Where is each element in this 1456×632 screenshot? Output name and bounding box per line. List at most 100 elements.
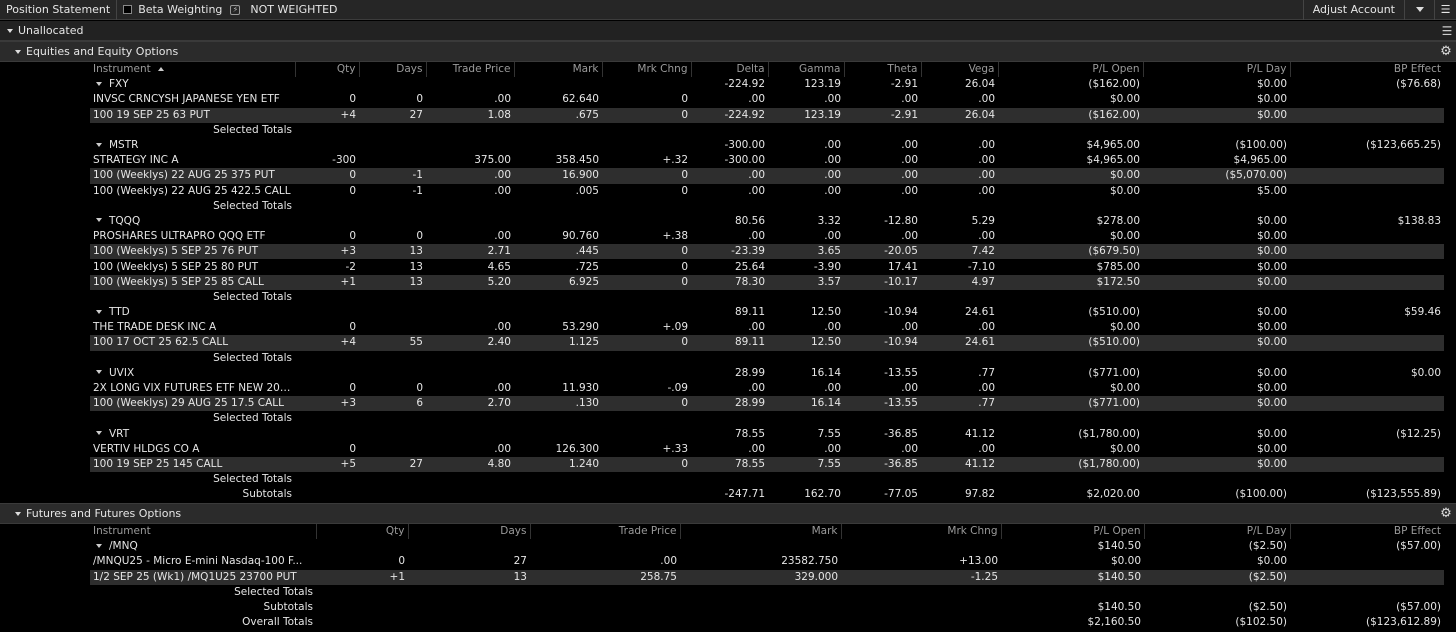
- column-header-label: Gamma: [799, 63, 841, 76]
- chevron-down-icon[interactable]: [1404, 0, 1434, 20]
- cell-value: 6: [416, 397, 423, 410]
- table-cell: [602, 214, 691, 229]
- symbol-group-row[interactable]: /MNQ $140.50 ($2.50) ($57.00): [90, 539, 1444, 554]
- lightning-icon[interactable]: ⚡: [230, 4, 241, 15]
- cell-value: 123.19: [804, 108, 841, 121]
- beta-weighting-value[interactable]: NOT WEIGHTED: [250, 3, 337, 16]
- expand-caret-icon[interactable]: [96, 142, 102, 147]
- equities-section-header[interactable]: Equities and Equity Options ⚙: [0, 41, 1456, 62]
- position-row[interactable]: 2X LONG VIX FUTURES ETF NEW 2025 0 0 .00 11.…: [90, 381, 1444, 396]
- column-header[interactable]: BP Effect: [1289, 524, 1444, 540]
- position-row[interactable]: 1/2 SEP 25 (Wk1) /MQ1U25 23700 PUT +1 13 25…: [90, 569, 1444, 585]
- position-row[interactable]: 100 (Weeklys) 22 AUG 25 422.5 CALL 0 -1 .00…: [90, 184, 1444, 199]
- table-cell: -300: [295, 153, 359, 168]
- position-row[interactable]: VERTIV HLDGS CO A 0 .00 126.300 +.33 .00 .00 .0…: [90, 442, 1444, 457]
- table-cell: .00: [768, 168, 844, 184]
- table-cell: 4.97: [921, 274, 998, 290]
- column-header[interactable]: Qty: [315, 524, 408, 540]
- table-cell: ($57.00): [1290, 539, 1444, 554]
- table-cell: [768, 411, 844, 426]
- sort-ascending-icon[interactable]: [157, 67, 164, 72]
- gear-icon[interactable]: ⚙: [1436, 44, 1456, 59]
- cell-value: 100 19 SEP 25 63 PUT: [93, 108, 210, 121]
- expand-caret-icon[interactable]: [96, 431, 102, 436]
- top-toolbar: Position Statement Beta Weighting ⚡ NOT …: [0, 0, 1456, 20]
- expand-caret-icon[interactable]: [96, 218, 102, 223]
- table-cell: 0: [602, 168, 691, 184]
- table-cell: [691, 351, 768, 366]
- gear-icon[interactable]: ⚙: [1436, 506, 1456, 521]
- position-row[interactable]: 100 (Weeklys) 5 SEP 25 76 PUT +3 13 2.71 .44…: [90, 244, 1444, 260]
- cell-value: .00: [901, 139, 918, 152]
- table-cell: VRT: [90, 427, 295, 442]
- totals-row: Selected Totals: [90, 351, 1444, 366]
- futures-section-header[interactable]: Futures and Futures Options ⚙: [0, 503, 1456, 524]
- column-header[interactable]: Qty: [294, 62, 359, 78]
- position-row[interactable]: STRATEGY INC A -300 375.00 358.450 +.32 -300.…: [90, 153, 1444, 168]
- position-row[interactable]: 100 19 SEP 25 145 CALL +5 27 4.80 1.240 0 78.5…: [90, 456, 1444, 473]
- position-row[interactable]: THE TRADE DESK INC A 0 .00 53.290 +.09 .00 .00…: [90, 320, 1444, 335]
- expand-caret-icon[interactable]: [96, 81, 102, 86]
- collapse-caret-icon[interactable]: [15, 49, 21, 54]
- table-cell: THE TRADE DESK INC A: [90, 320, 295, 335]
- position-row[interactable]: /MNQU25 - Micro E-mini Nasdaq-100 F... 0 2…: [90, 554, 1444, 569]
- column-header[interactable]: Vega: [920, 62, 998, 78]
- table-cell: $0.00: [1143, 305, 1290, 320]
- table-cell: [530, 600, 680, 615]
- column-header-label: Mark: [811, 525, 838, 538]
- column-header[interactable]: P/L Open: [1000, 524, 1144, 540]
- table-cell: 7.55: [768, 427, 844, 442]
- unallocated-header[interactable]: Unallocated ☰: [0, 21, 1456, 41]
- adjust-account-button[interactable]: Adjust Account: [1302, 0, 1404, 20]
- column-header[interactable]: Mrk Chng: [840, 524, 1001, 540]
- column-header[interactable]: Gamma: [767, 62, 844, 78]
- collapse-caret-icon[interactable]: [7, 28, 13, 33]
- column-header[interactable]: P/L Open: [997, 62, 1143, 78]
- column-header[interactable]: Days: [407, 524, 530, 540]
- symbol-group-row[interactable]: FXY -224.92 123.19 -2.91 26.04 ($162.00) $0.00…: [90, 77, 1444, 92]
- position-row[interactable]: 100 (Weeklys) 5 SEP 25 85 CALL +1 13 5.20 6.…: [90, 274, 1444, 290]
- symbol-group-row[interactable]: TQQQ 80.56 3.32 -12.80 5.29 $278.00 $0.00 $138.…: [90, 214, 1444, 229]
- menu-icon[interactable]: ☰: [1434, 0, 1456, 20]
- position-row[interactable]: 100 (Weeklys) 22 AUG 25 375 PUT 0 -1 .00 16.…: [90, 168, 1444, 184]
- position-row[interactable]: 100 (Weeklys) 29 AUG 25 17.5 CALL +3 6 2.70…: [90, 396, 1444, 412]
- column-header[interactable]: BP Effect: [1289, 62, 1444, 78]
- list-menu-icon[interactable]: ☰: [1438, 24, 1456, 38]
- column-header[interactable]: Mark: [679, 524, 841, 540]
- table-cell: [359, 290, 426, 305]
- symbol-group-row[interactable]: MSTR -300.00 .00 .00 .00 $4,965.00 ($100.00) ($…: [90, 138, 1444, 153]
- position-row[interactable]: 100 (Weeklys) 5 SEP 25 80 PUT -2 13 4.65 .72…: [90, 259, 1444, 274]
- symbol-group-row[interactable]: VRT 78.55 7.55 -36.85 41.12 ($1,780.00) $0.00 (…: [90, 427, 1444, 442]
- expand-caret-icon[interactable]: [96, 370, 102, 375]
- position-row[interactable]: INVSC CRNCYSH JAPANESE YEN ETF 0 0 .00 62.64…: [90, 92, 1444, 107]
- checkbox-icon[interactable]: [123, 5, 133, 14]
- expand-caret-icon[interactable]: [96, 543, 102, 548]
- column-header[interactable]: P/L Day: [1143, 524, 1290, 540]
- column-header[interactable]: Trade Price: [529, 524, 680, 540]
- column-header[interactable]: Instrument: [90, 524, 316, 539]
- table-cell: -13.55: [844, 396, 921, 412]
- table-cell: [768, 199, 844, 214]
- symbol-group-row[interactable]: UVIX 28.99 16.14 -13.55 .77 ($771.00) $0.00 $0.…: [90, 366, 1444, 381]
- column-header[interactable]: Mrk Chng: [601, 62, 691, 78]
- position-row[interactable]: 100 19 SEP 25 63 PUT +4 27 1.08 .675 0 -224.92…: [90, 107, 1444, 123]
- column-header[interactable]: Theta: [843, 62, 921, 78]
- beta-weighting-toggle[interactable]: Beta Weighting ⚡ NOT WEIGHTED: [117, 0, 343, 20]
- collapse-caret-icon[interactable]: [15, 511, 21, 516]
- expand-caret-icon[interactable]: [96, 309, 102, 314]
- column-header[interactable]: Mark: [513, 62, 602, 78]
- column-header[interactable]: Days: [358, 62, 426, 78]
- cell-value: ($679.50): [1088, 245, 1140, 258]
- table-cell: $4,965.00: [998, 153, 1143, 168]
- position-row[interactable]: PROSHARES ULTRAPRO QQQ ETF 0 0 .00 90.760 +.3…: [90, 229, 1444, 244]
- table-cell: 16.14: [768, 396, 844, 412]
- table-cell: 2X LONG VIX FUTURES ETF NEW 2025: [90, 381, 295, 396]
- symbol-group-row[interactable]: TTD 89.11 12.50 -10.94 24.61 ($510.00) $0.00 $5…: [90, 305, 1444, 320]
- column-header[interactable]: Delta: [690, 62, 768, 78]
- table-cell: [426, 366, 514, 381]
- column-header[interactable]: Trade Price: [425, 62, 514, 78]
- position-row[interactable]: 100 17 OCT 25 62.5 CALL +4 55 2.40 1.125 0 89.…: [90, 335, 1444, 351]
- column-header[interactable]: P/L Day: [1142, 62, 1290, 78]
- column-header[interactable]: Instrument: [90, 62, 295, 77]
- table-cell: [530, 585, 680, 600]
